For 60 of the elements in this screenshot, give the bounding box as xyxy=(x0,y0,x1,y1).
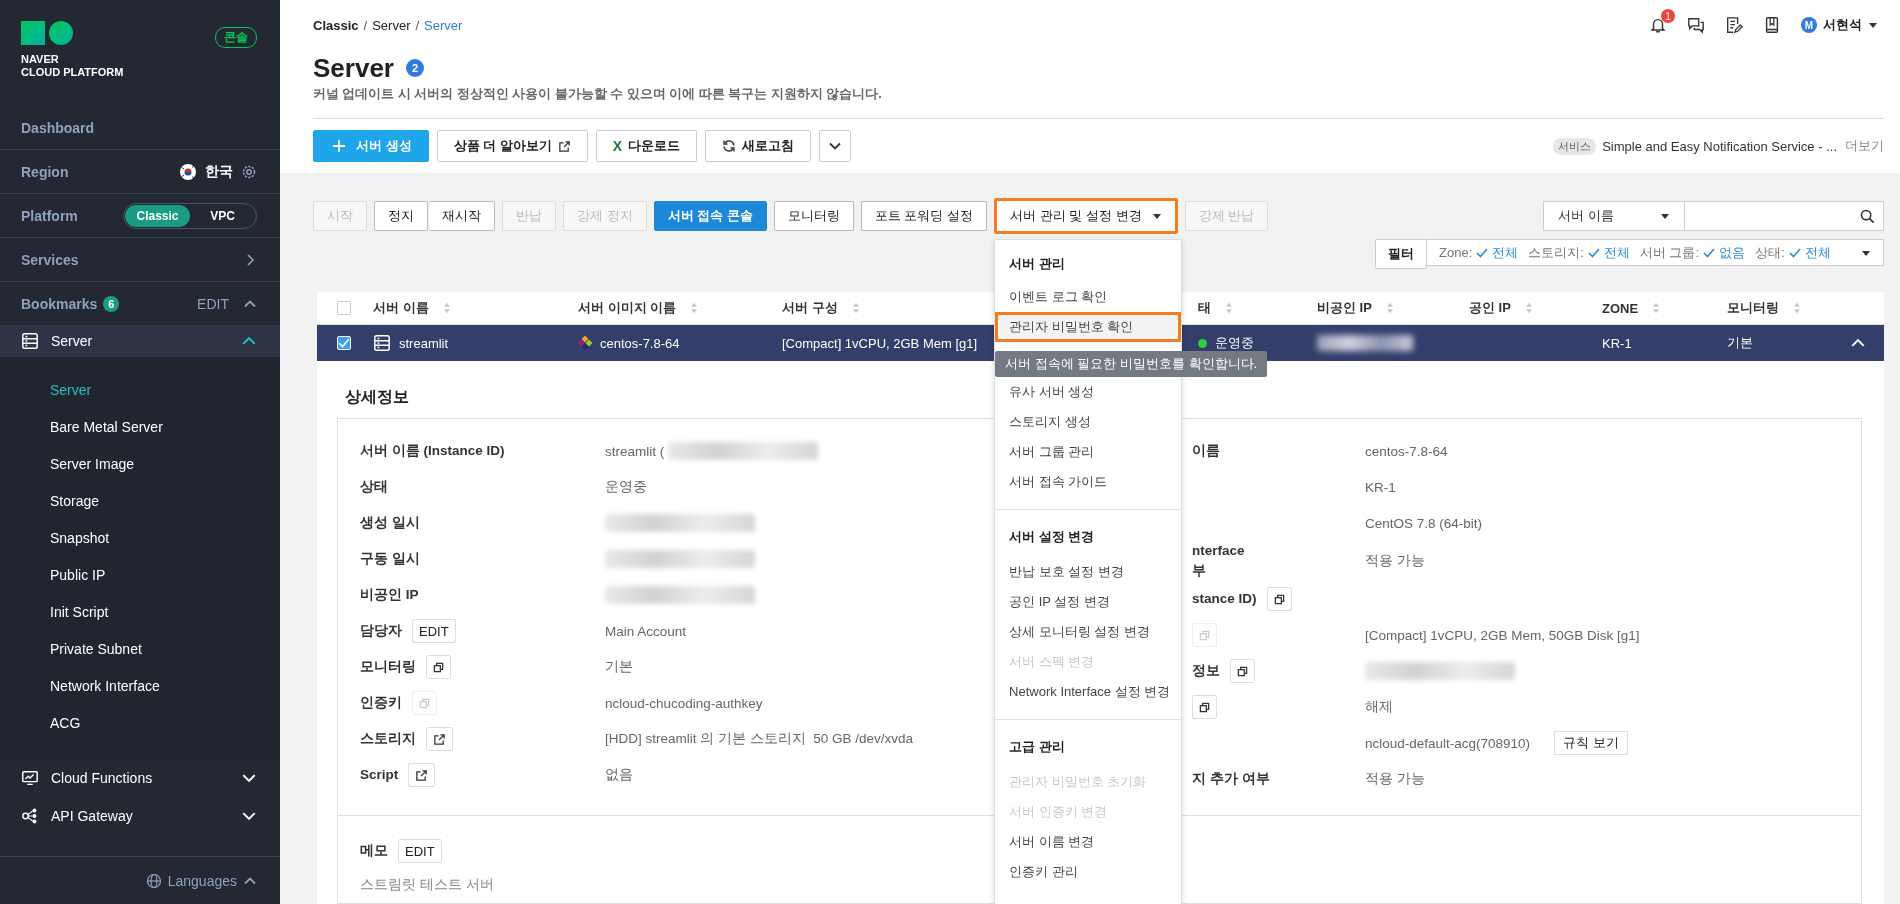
field-label: Script xyxy=(360,766,399,784)
menu-section-title: 서버 설정 변경 xyxy=(1008,528,1096,546)
field-label: 담당자 xyxy=(360,622,402,640)
menu-section-title: 서버 관리 xyxy=(1008,255,1066,273)
field-value: streamlit ( xyxy=(605,443,665,459)
table-cell: centos-7.8-64 xyxy=(600,335,680,351)
memo-text: 스트림릿 테스트 서버 xyxy=(360,876,495,894)
field-label: 지 추가 여부 xyxy=(1192,770,1270,788)
field-label: 이름 xyxy=(1192,442,1220,460)
field-label: 정보 xyxy=(1192,662,1220,680)
field-value: ncloud-default-acg(708910) xyxy=(1365,735,1531,751)
count-badge: 2 xyxy=(405,59,424,77)
field-label: 인증키 xyxy=(360,694,402,712)
field-value: KR-1 xyxy=(1365,479,1396,495)
breadcrumb-separator: / xyxy=(363,17,368,33)
field-value: 적용 가능 xyxy=(1365,770,1425,788)
field-value: centos-7.8-64 xyxy=(1365,443,1448,459)
field-label: 메모 xyxy=(360,842,388,860)
logo-text: NAVER xyxy=(21,53,60,66)
tooltip: 서버 접속에 필요한 비밀번호를 확인합니다. xyxy=(995,351,1268,377)
table-cell: [Compact] 1vCPU, 2GB Mem [g1] xyxy=(782,335,978,351)
field-value: CentOS 7.8 (64-bit) xyxy=(1365,515,1483,531)
field-value: [Compact] 1vCPU, 2GB Mem, 50GB Disk [g1] xyxy=(1365,627,1640,643)
service-text: Simple and Easy Notification Service - ... xyxy=(1602,138,1837,154)
count-badge: 6 xyxy=(103,295,120,312)
field-value: 해제 xyxy=(1365,698,1393,716)
notification-badge: 1 xyxy=(1661,9,1675,23)
field-label: nterface 부 xyxy=(1192,542,1245,580)
field-label: 모니터링 xyxy=(360,658,416,676)
field-label: stance ID) xyxy=(1192,590,1257,608)
field-label: 상태 xyxy=(360,478,388,496)
field-value: 적용 가능 xyxy=(1365,552,1425,570)
field-label: 생성 일시 xyxy=(360,514,420,532)
breadcrumb-separator: / xyxy=(415,17,420,33)
field-value: 기본 xyxy=(605,658,633,676)
logo-text: CLOUD PLATFORM xyxy=(21,66,124,79)
field-value: Main Account xyxy=(605,623,687,639)
filter-label: 상태: xyxy=(1755,243,1785,262)
service-tag: 서비스 xyxy=(1553,137,1597,155)
field-label: 구동 일시 xyxy=(360,550,420,568)
table-cell: 기본 xyxy=(1727,334,1753,352)
table-cell: KR-1 xyxy=(1602,335,1632,351)
field-label: 서버 이름 (Instance ID) xyxy=(360,442,505,460)
table-cell: 운영중 xyxy=(1215,334,1254,352)
filter-label: 스토리지: xyxy=(1528,243,1584,262)
field-value: [HDD] streamlit 의 기본 스토리지 50 GB /dev/xvda xyxy=(605,730,914,748)
field-label: 스토리지 xyxy=(360,730,416,748)
field-value: ncloud-chucoding-authkey xyxy=(605,695,763,711)
notice-text: 커널 업데이트 시 서버의 정상적인 사용이 불가능할 수 있으며 이에 따른 복구는 지원하지 않습니다. xyxy=(313,86,883,103)
section-title: 상세정보 xyxy=(345,387,409,407)
field-label: 비공인 IP xyxy=(360,586,419,604)
avatar: M xyxy=(1801,17,1817,33)
table-cell: streamlit xyxy=(399,335,449,351)
field-value: 운영중 xyxy=(605,478,647,496)
menu-section-title: 고급 관리 xyxy=(1008,738,1066,756)
field-value: 없음 xyxy=(605,766,633,784)
page-title: Server xyxy=(313,52,394,84)
filter-label: 서버 그룹: xyxy=(1639,243,1700,262)
x-icon: X xyxy=(612,138,623,154)
filter-label: Zone: xyxy=(1439,245,1473,260)
